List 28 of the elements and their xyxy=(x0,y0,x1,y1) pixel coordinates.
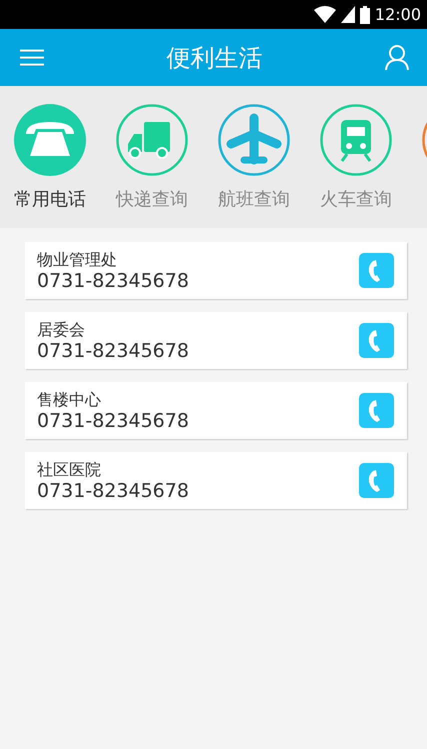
phone-number: 0731-82345678 xyxy=(37,480,189,502)
menu-icon[interactable] xyxy=(20,49,44,66)
battery-icon xyxy=(360,6,370,24)
phone-number: 0731-82345678 xyxy=(37,410,189,432)
user-icon[interactable] xyxy=(385,45,409,70)
call-button-icon[interactable] xyxy=(359,463,394,498)
call-button-icon[interactable] xyxy=(359,393,394,428)
contact-card[interactable]: 居委会 0731-82345678 xyxy=(25,312,407,369)
contact-name: 物业管理处 xyxy=(37,250,118,270)
contact-name: 社区医院 xyxy=(37,460,102,480)
phone-number: 0731-82345678 xyxy=(37,340,189,362)
contact-card[interactable]: 物业管理处 0731-82345678 xyxy=(25,242,407,299)
train-icon[interactable] xyxy=(319,103,393,177)
category-label[interactable]: 常用电话 xyxy=(14,187,86,211)
contact-card[interactable]: 社区医院 0731-82345678 xyxy=(25,452,407,509)
contact-name: 售楼中心 xyxy=(37,390,102,410)
airplane-icon[interactable] xyxy=(217,103,291,177)
app-title: 便利生活 xyxy=(166,42,262,74)
call-button-icon[interactable] xyxy=(359,253,394,288)
signal-icon xyxy=(340,6,355,23)
phone-number: 0731-82345678 xyxy=(37,270,189,292)
phone-icon[interactable] xyxy=(13,103,87,177)
call-button-icon[interactable] xyxy=(359,323,394,358)
contact-card[interactable]: 售楼中心 0731-82345678 xyxy=(25,382,407,439)
truck-icon[interactable] xyxy=(115,103,189,177)
contact-name: 居委会 xyxy=(37,320,86,340)
clock-time: 12:00 xyxy=(374,5,421,24)
wifi-icon xyxy=(314,6,336,23)
